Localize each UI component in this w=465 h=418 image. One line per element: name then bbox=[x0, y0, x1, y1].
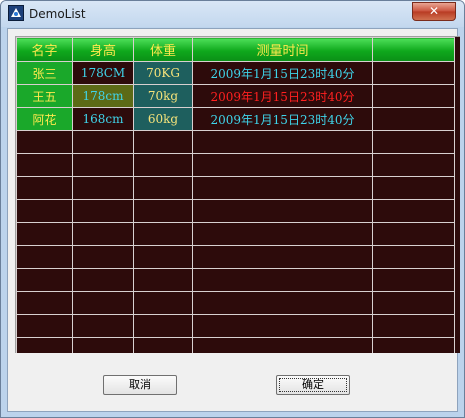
empty-cell bbox=[16, 222, 73, 246]
column-header-extra[interactable] bbox=[372, 37, 455, 62]
empty-cell bbox=[16, 130, 73, 154]
empty-cell bbox=[72, 337, 134, 353]
empty-row bbox=[16, 314, 455, 338]
table-row[interactable]: 王五 178cm 70kg 2009年1月15日23时40分 bbox=[16, 84, 455, 108]
empty-cell bbox=[372, 130, 455, 154]
empty-cell bbox=[192, 337, 373, 353]
cell-time: 2009年1月15日23时40分 bbox=[192, 61, 373, 85]
cell-time: 2009年1月15日23时40分 bbox=[192, 107, 373, 131]
empty-cell bbox=[16, 268, 73, 292]
cell-extra bbox=[372, 61, 455, 85]
cell-time: 2009年1月15日23时40分 bbox=[192, 84, 373, 108]
column-header-weight[interactable]: 体重 bbox=[133, 37, 193, 62]
empty-cell bbox=[372, 153, 455, 177]
empty-cell bbox=[72, 291, 134, 315]
empty-cell bbox=[72, 268, 134, 292]
dialog-client-area: 名字 身高 体重 测量时间 张三 178CM 70KG 2009年1月15日23… bbox=[7, 28, 460, 412]
empty-row bbox=[16, 199, 455, 223]
empty-cell bbox=[133, 153, 193, 177]
empty-row bbox=[16, 245, 455, 269]
column-header-time[interactable]: 测量时间 bbox=[192, 37, 373, 62]
empty-cell bbox=[372, 268, 455, 292]
ok-button[interactable]: 确定 bbox=[276, 375, 350, 395]
window-title: DemoList bbox=[29, 7, 86, 21]
empty-cell bbox=[133, 291, 193, 315]
empty-row bbox=[16, 291, 455, 315]
cell-height: 178CM bbox=[72, 61, 134, 85]
cell-extra bbox=[372, 84, 455, 108]
empty-cell bbox=[372, 291, 455, 315]
table-row[interactable]: 阿花 168cm 60kg 2009年1月15日23时40分 bbox=[16, 107, 455, 131]
empty-cell bbox=[192, 268, 373, 292]
empty-cell bbox=[372, 337, 455, 353]
empty-cell bbox=[72, 314, 134, 338]
empty-cell bbox=[372, 245, 455, 269]
focus-rect bbox=[279, 378, 347, 392]
column-header-height[interactable]: 身高 bbox=[72, 37, 134, 62]
cell-weight: 70KG bbox=[133, 61, 193, 85]
empty-cell bbox=[72, 176, 134, 200]
list-header: 名字 身高 体重 测量时间 bbox=[16, 37, 455, 62]
empty-cell bbox=[16, 337, 73, 353]
empty-cell bbox=[372, 199, 455, 223]
empty-cell bbox=[372, 314, 455, 338]
title-bar[interactable]: DemoList ✕ bbox=[1, 1, 464, 27]
empty-cell bbox=[133, 314, 193, 338]
empty-cell bbox=[133, 176, 193, 200]
empty-cell bbox=[133, 245, 193, 269]
empty-cell bbox=[72, 130, 134, 154]
empty-cell bbox=[72, 199, 134, 223]
empty-cell bbox=[133, 199, 193, 223]
empty-cell bbox=[192, 291, 373, 315]
empty-cell bbox=[372, 176, 455, 200]
table-row[interactable]: 张三 178CM 70KG 2009年1月15日23时40分 bbox=[16, 61, 455, 85]
empty-cell bbox=[133, 222, 193, 246]
demo-list[interactable]: 名字 身高 体重 测量时间 张三 178CM 70KG 2009年1月15日23… bbox=[15, 36, 460, 353]
empty-cell bbox=[192, 176, 373, 200]
cell-weight: 60kg bbox=[133, 107, 193, 131]
empty-row bbox=[16, 176, 455, 200]
empty-cell bbox=[72, 153, 134, 177]
empty-cell bbox=[16, 291, 73, 315]
cell-extra bbox=[372, 107, 455, 131]
empty-cell bbox=[192, 222, 373, 246]
empty-cell bbox=[16, 153, 73, 177]
demolist-window: DemoList ✕ 名字 身高 体重 测量时间 张三 178CM 70KG 2… bbox=[0, 0, 465, 418]
empty-cell bbox=[72, 222, 134, 246]
cell-weight: 70kg bbox=[133, 84, 193, 108]
empty-cell bbox=[192, 153, 373, 177]
empty-row bbox=[16, 153, 455, 177]
empty-cell bbox=[133, 337, 193, 353]
cell-height: 168cm bbox=[72, 107, 134, 131]
empty-cell bbox=[16, 199, 73, 223]
close-button[interactable]: ✕ bbox=[412, 2, 456, 21]
empty-cell bbox=[192, 130, 373, 154]
empty-cell bbox=[16, 314, 73, 338]
empty-cell bbox=[16, 176, 73, 200]
cell-name: 阿花 bbox=[16, 107, 73, 131]
empty-row bbox=[16, 222, 455, 246]
cell-name: 王五 bbox=[16, 84, 73, 108]
cancel-button-label: 取消 bbox=[129, 378, 151, 391]
empty-cell bbox=[192, 245, 373, 269]
empty-row bbox=[16, 268, 455, 292]
cancel-button[interactable]: 取消 bbox=[103, 375, 177, 395]
empty-cell bbox=[16, 245, 73, 269]
app-icon bbox=[8, 5, 24, 21]
empty-cell bbox=[372, 222, 455, 246]
empty-row bbox=[16, 337, 455, 353]
cell-name: 张三 bbox=[16, 61, 73, 85]
empty-cell bbox=[192, 314, 373, 338]
empty-row bbox=[16, 130, 455, 154]
close-icon: ✕ bbox=[428, 4, 440, 18]
list-table: 名字 身高 体重 测量时间 张三 178CM 70KG 2009年1月15日23… bbox=[16, 37, 455, 353]
column-header-name[interactable]: 名字 bbox=[16, 37, 73, 62]
empty-cell bbox=[192, 199, 373, 223]
cell-height: 178cm bbox=[72, 84, 134, 108]
empty-cell bbox=[133, 130, 193, 154]
empty-cell bbox=[72, 245, 134, 269]
empty-cell bbox=[133, 268, 193, 292]
